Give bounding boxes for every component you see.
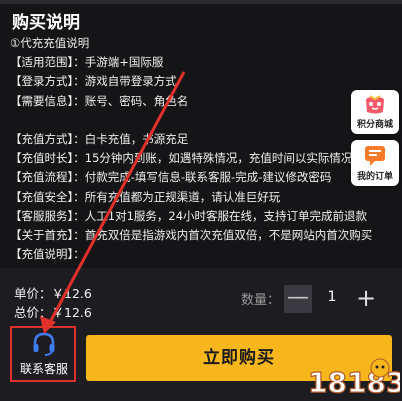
- points-mall-button[interactable]: 积分商城: [351, 90, 399, 134]
- order-chat-icon: [365, 146, 385, 166]
- total-price-label: 总价：: [14, 305, 52, 320]
- info-line: 【充值流程】：付款完成-填写信息-联系客服-完成-建议修改密码: [10, 170, 332, 185]
- quantity-value[interactable]: 1: [322, 289, 342, 305]
- site-watermark-logo: 18183: [307, 358, 400, 400]
- info-line: 【充值方式】：白卡充值，书源充足: [10, 131, 189, 146]
- info-line: 【适用范围】：手游端+国际服: [10, 55, 164, 70]
- top-divider: [0, 0, 402, 4]
- info-line: 【充值时长】：15分钟内到账，如遇特殊情况，充值时间以实际情况: [10, 151, 353, 166]
- purchase-info: ①代充充值说明 【适用范围】：手游端+国际服 【登录方式】：游戏自带登录方式 【…: [10, 34, 402, 264]
- my-orders-label: 我的订单: [356, 172, 393, 182]
- quantity-label: 数量：: [241, 293, 281, 308]
- info-line: 【关于首充】：首充双倍是指游戏内首次充值双倍，不是网站内首次购买: [10, 227, 373, 242]
- info-line: 【登录方式】：游戏自带登录方式: [10, 74, 177, 89]
- info-line: 【需要信息】：账号、密码、角色名: [10, 93, 189, 108]
- unit-price: 单价：￥12.6: [14, 283, 92, 302]
- highlight-box: [10, 326, 76, 382]
- gift-box-icon: [366, 95, 384, 114]
- quantity-increase-button[interactable]: +: [352, 284, 380, 312]
- info-line: 【充值安全】：所有充值都为正规渠道，请认准巨好玩: [10, 189, 281, 204]
- page-title: 购买说明: [12, 13, 80, 33]
- total-price-value: ￥12.6: [51, 305, 92, 320]
- my-orders-button[interactable]: 我的订单: [351, 140, 399, 186]
- section-heading: ①代充充值说明: [10, 36, 90, 50]
- total-price: 总价：￥12.6: [14, 302, 92, 321]
- info-line: 【充值说明】：: [10, 247, 85, 262]
- points-mall-label: 积分商城: [356, 120, 393, 130]
- unit-price-value: ￥12.6: [51, 286, 92, 301]
- quantity-decrease-button[interactable]: —: [284, 285, 312, 313]
- info-line: 【客服服务】：人工1对1服务，24小时客服在线，支持订单完成前退款: [10, 208, 368, 223]
- unit-price-label: 单价：: [14, 286, 52, 301]
